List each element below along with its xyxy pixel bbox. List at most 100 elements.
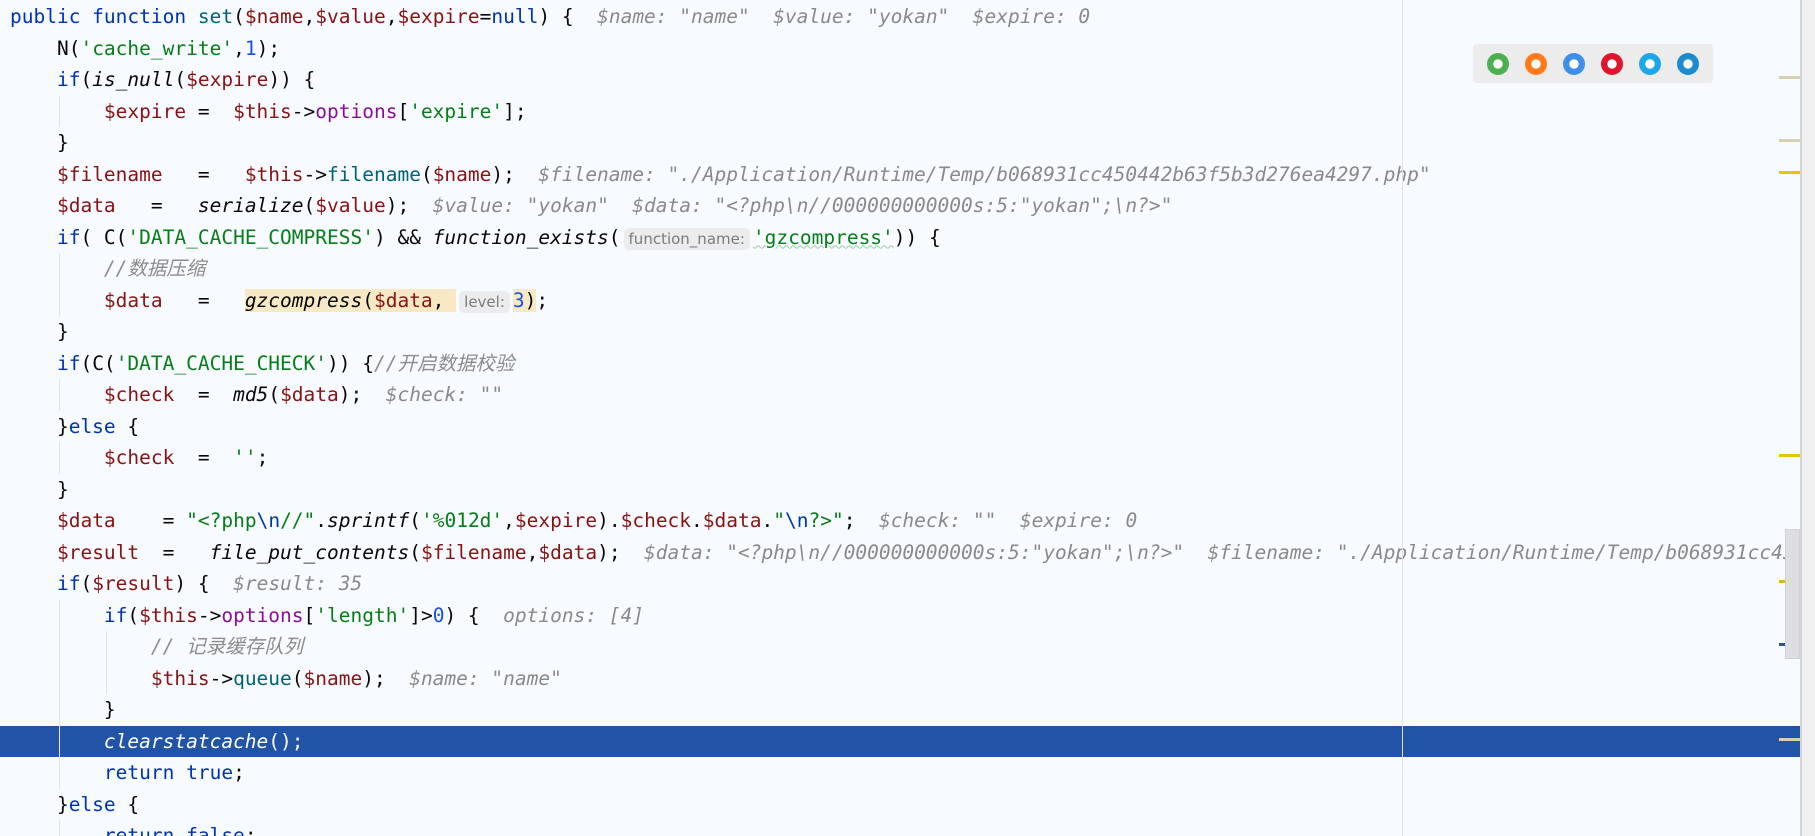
- code-token: =: [186, 99, 234, 123]
- stripe-marker[interactable]: [1779, 737, 1800, 741]
- ie-icon[interactable]: [1639, 52, 1661, 75]
- stripe-marker[interactable]: [1779, 139, 1800, 142]
- code-line[interactable]: public function set($name,$value,$expire…: [0, 1, 1800, 33]
- code-comment: //开启数据校验: [373, 351, 515, 375]
- code-token: }: [10, 131, 69, 154]
- inline-debug-value: $data: "<?php\n//000000000000s:5:"yokan"…: [644, 540, 1800, 564]
- code-token: return true: [103, 761, 234, 784]
- code-line[interactable]: $check = md5($data); $check: "": [0, 379, 1800, 411]
- code-line[interactable]: }: [0, 127, 1800, 159]
- firefox-icon[interactable]: [1525, 52, 1547, 75]
- code-line[interactable]: return false;: [0, 820, 1800, 836]
- code-line[interactable]: if($this->options['length']>0) { options…: [0, 599, 1800, 631]
- code-token: $value: [315, 5, 386, 28]
- right-tool-window-bar[interactable]: [1800, 0, 1815, 836]
- code-token: );: [362, 666, 410, 690]
- code-token: ) {: [174, 572, 234, 595]
- code-line[interactable]: //数据压缩: [0, 253, 1800, 285]
- code-line[interactable]: }else {: [0, 411, 1800, 443]
- code-token: ) &&: [373, 225, 433, 249]
- code-token: 3: [512, 288, 525, 312]
- code-token: function_exists: [432, 225, 609, 249]
- code-token: (: [268, 383, 281, 406]
- indent-guide: [58, 725, 60, 757]
- code-line[interactable]: $check = '';: [0, 442, 1800, 474]
- code-token: md5: [233, 383, 269, 406]
- safari-icon[interactable]: [1563, 52, 1585, 75]
- code-token: ->: [291, 99, 316, 123]
- code-token: =: [115, 194, 198, 217]
- code-token: ]>: [409, 603, 433, 627]
- code-token: 1: [244, 36, 257, 60]
- code-token: [: [303, 603, 316, 627]
- code-editor[interactable]: public function set($name,$value,$expire…: [0, 0, 1800, 836]
- code-line[interactable]: $result = file_put_contents($filename,$d…: [0, 537, 1800, 569]
- code-line[interactable]: $expire = $this->options['expire'];: [0, 95, 1800, 127]
- opera-icon[interactable]: [1601, 52, 1623, 75]
- code-token: $result: [56, 540, 140, 564]
- code-token: $value: [315, 194, 386, 217]
- code-token: (: [409, 509, 421, 532]
- code-token: ,: [385, 5, 398, 28]
- stripe-marker[interactable]: [1779, 454, 1800, 457]
- indent-guide: [58, 442, 60, 474]
- code-token: 'expire': [409, 99, 504, 123]
- code-token: 'cache_write': [80, 36, 234, 60]
- code-line[interactable]: $filename = $this->filename($name); $fil…: [0, 159, 1800, 191]
- code-line[interactable]: $this->queue($name); $name: "name": [0, 662, 1800, 694]
- code-line[interactable]: if(C('DATA_CACHE_CHECK')) {//开启数据校验: [0, 348, 1800, 380]
- code-line[interactable]: return true;: [0, 757, 1800, 789]
- code-line[interactable]: $data = gzcompress($data, level: 3);: [0, 284, 1800, 316]
- vertical-scrollbar[interactable]: [1785, 529, 1800, 659]
- code-token: $expire: [397, 5, 480, 28]
- code-token: filename: [327, 162, 421, 186]
- code-token: sprintf: [327, 509, 410, 532]
- code-line[interactable]: if( C('DATA_CACHE_COMPRESS') && function…: [0, 222, 1800, 254]
- code-line[interactable]: // 记录缓存队列: [0, 631, 1800, 663]
- code-token: ];: [503, 99, 527, 123]
- stripe-marker[interactable]: [1779, 76, 1800, 79]
- code-token: ).: [597, 509, 621, 532]
- code-token: =: [115, 509, 187, 532]
- code-line[interactable]: }: [0, 316, 1800, 348]
- inline-debug-value: options: [4]: [503, 603, 645, 627]
- code-line-current[interactable]: clearstatcache();: [0, 725, 1800, 757]
- code-token: $name: [432, 162, 492, 186]
- indent-guide: [58, 694, 60, 726]
- stripe-marker[interactable]: [1779, 170, 1800, 174]
- code-line[interactable]: $data = serialize($value); $value: "yoka…: [0, 190, 1800, 222]
- code-token: if: [103, 603, 128, 627]
- code-token: )) {: [268, 68, 316, 91]
- code-line[interactable]: $data = "<?php\n//".sprintf('%012d',$exp…: [0, 505, 1800, 537]
- code-line[interactable]: if($result) { $result: 35: [0, 568, 1800, 600]
- indent-guide: [58, 284, 60, 316]
- code-token: '': [233, 446, 257, 469]
- code-token: (: [362, 288, 374, 312]
- code-token: $filename: [56, 162, 163, 186]
- code-token: if: [10, 351, 81, 375]
- code-line[interactable]: }: [0, 694, 1800, 726]
- code-token: ;: [536, 288, 549, 312]
- code-token: $this: [244, 162, 304, 186]
- code-token: $check: [103, 383, 175, 406]
- code-token: $filename: [420, 540, 527, 564]
- edge-icon[interactable]: [1677, 52, 1699, 75]
- code-line[interactable]: }else {: [0, 789, 1800, 821]
- error-stripe[interactable]: [1779, 0, 1800, 836]
- code-token: queue: [233, 666, 292, 690]
- code-line[interactable]: }: [0, 474, 1800, 506]
- code-token: (: [608, 225, 621, 249]
- code-token: ,: [432, 288, 457, 312]
- code-token: $data: [538, 540, 598, 564]
- code-token: ;: [256, 446, 269, 469]
- chrome-icon[interactable]: [1487, 52, 1509, 75]
- code-token: ->: [209, 666, 234, 690]
